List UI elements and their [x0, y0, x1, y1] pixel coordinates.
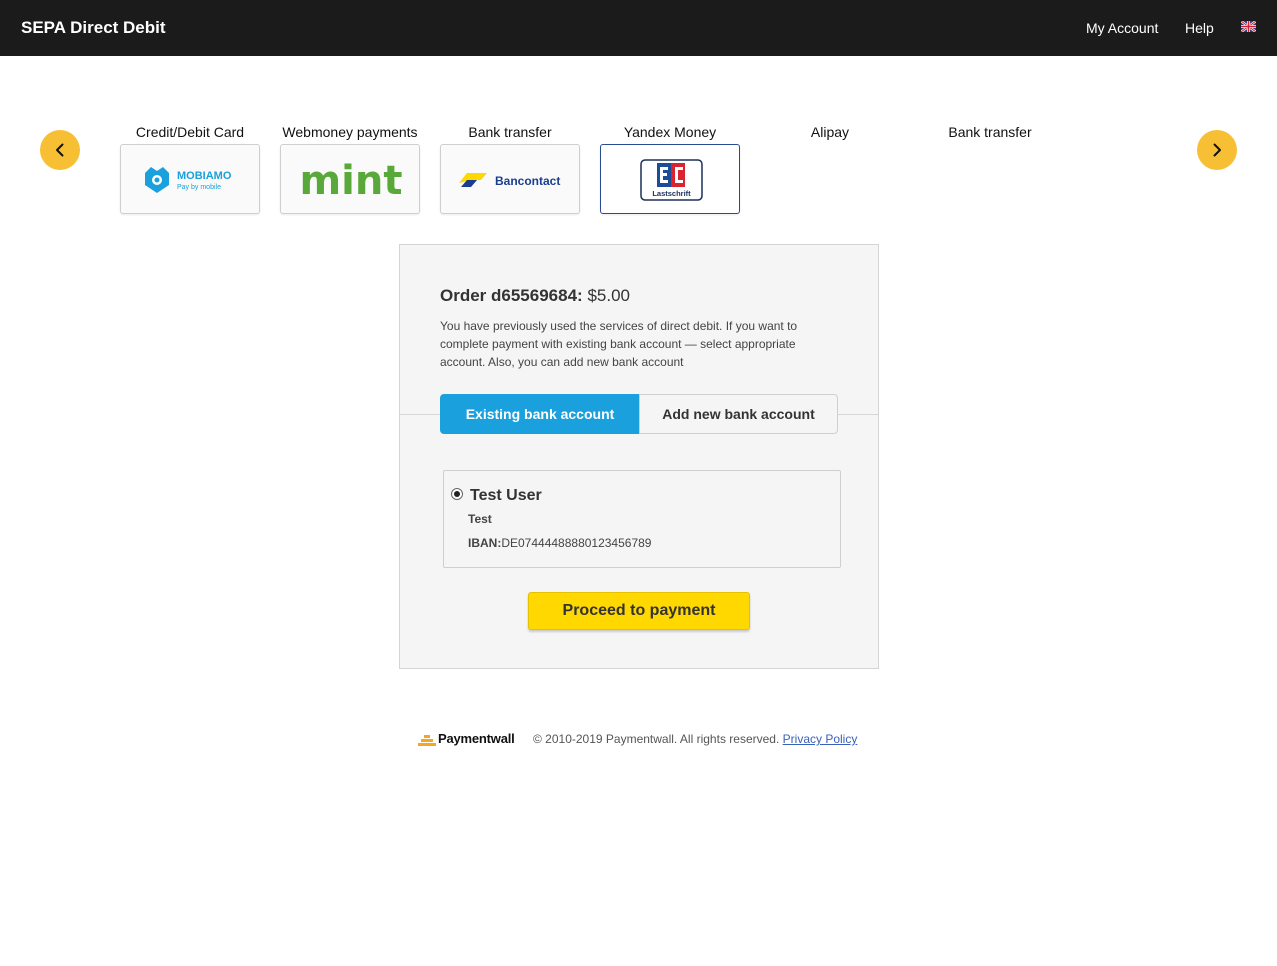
account-iban: IBAN:DE07444488880123456789: [468, 536, 651, 550]
copyright-notice: © 2010-2019 Paymentwall. All rights rese…: [533, 732, 780, 746]
account-radio-button[interactable]: [451, 488, 463, 500]
tab-existing-bank-account[interactable]: Existing bank account: [440, 394, 640, 434]
payment-method-alipay[interactable]: Alipay: [760, 124, 900, 144]
paymentwall-brand: Paymentwall: [438, 731, 515, 746]
payment-method-label: Alipay: [810, 124, 850, 140]
bank-account-option[interactable]: Test User Test IBAN:DE074444888801234567…: [443, 470, 841, 568]
bancontact-logo-text: Bancontact: [495, 174, 560, 188]
order-amount: $5.00: [587, 286, 630, 305]
copyright-text: © 2010-2019 Paymentwall. All rights rese…: [533, 732, 857, 746]
mobiamo-logo-subtext: Pay by mobile: [177, 184, 221, 191]
payment-method-credit-card: Credit/Debit Card MOBIAMO Pay by mobile: [120, 124, 260, 214]
carousel-prev-button[interactable]: [40, 130, 80, 170]
mobiamo-logo: MOBIAMO Pay by mobile: [145, 167, 232, 193]
mint-logo: mint: [300, 158, 403, 203]
bancontact-logo: Bancontact: [459, 173, 560, 188]
page-title: SEPA Direct Debit: [21, 18, 166, 37]
chevron-right-icon: [1213, 143, 1221, 157]
mint-logo-text: mint: [300, 158, 403, 203]
privacy-policy-link[interactable]: Privacy Policy: [783, 732, 858, 746]
chevron-left-icon: [56, 143, 64, 157]
bancontact-tile[interactable]: Bancontact: [440, 144, 580, 214]
payment-method-label: Webmoney payments: [282, 124, 418, 140]
payment-method-label: Bank transfer: [948, 124, 1032, 140]
iban-value: DE07444488880123456789: [501, 536, 652, 550]
mint-tile[interactable]: mint: [280, 144, 420, 214]
direct-debit-notice: You have previously used the services of…: [440, 319, 798, 369]
proceed-to-payment-button[interactable]: Proceed to payment: [528, 592, 750, 630]
order-label: Order d65569684:: [440, 286, 583, 305]
account-holder-name: Test User: [470, 487, 542, 504]
payment-method-bank-transfer-2[interactable]: Bank transfer: [920, 124, 1060, 144]
payment-card: Order d65569684: $5.00 You have previous…: [399, 244, 879, 669]
account-bank-name: Test: [468, 512, 492, 526]
mobiamo-logo-text: MOBIAMO: [177, 170, 232, 182]
tab-add-new-bank-account[interactable]: Add new bank account: [639, 394, 838, 434]
payment-method-bank-transfer: Bank transfer Bancontact: [440, 124, 580, 214]
help-link[interactable]: Help: [1185, 20, 1214, 36]
payment-method-yandex-money: Yandex Money Lastschrift: [600, 124, 740, 214]
lastschrift-tile[interactable]: Lastschrift: [600, 144, 740, 214]
payment-method-label: Bank transfer: [468, 124, 552, 140]
payment-method-label: Yandex Money: [623, 124, 717, 140]
paymentwall-logo-icon: [418, 735, 436, 746]
top-bar: SEPA Direct Debit My Account Help: [0, 0, 1277, 56]
payment-method-label: Credit/Debit Card: [135, 124, 245, 140]
mobiamo-tile[interactable]: MOBIAMO Pay by mobile: [120, 144, 260, 214]
uk-flag-icon[interactable]: [1241, 21, 1256, 32]
my-account-link[interactable]: My Account: [1086, 20, 1158, 36]
order-summary: Order d65569684: $5.00: [440, 286, 630, 306]
lastschrift-logo-text: Lastschrift: [652, 189, 691, 198]
iban-label: IBAN:: [468, 536, 502, 550]
carousel-next-button[interactable]: [1197, 130, 1237, 170]
payment-method-webmoney: Webmoney payments mint: [280, 124, 420, 214]
lastschrift-logo: Lastschrift: [640, 159, 703, 201]
